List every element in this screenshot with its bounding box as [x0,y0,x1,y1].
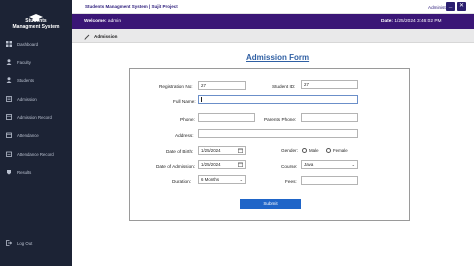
gender-label: Gender: [281,148,298,153]
chevron-down-icon: ⌄ [351,162,355,167]
datetime-text: Date: 1/25/2024 3:46:02 PM [381,19,442,24]
pencil-icon [84,34,90,40]
title-bar: Students Managment System | Sujit Projec… [72,0,474,14]
phone-field[interactable] [198,113,255,122]
parents-phone-field[interactable] [301,113,358,122]
sidebar-item-faculty[interactable]: Faculty [0,56,72,68]
sidebar-item-results[interactable]: Results [0,166,72,178]
chevron-down-icon: ⌄ [239,177,243,182]
sidebar-item-attendance-record[interactable]: Attendance Record [0,148,72,160]
student-id-label: Student ID: [272,84,296,89]
registration-no-label: Registration No: [159,84,193,89]
sidebar-item-logout[interactable]: Log Out [0,237,72,249]
sidebar-item-label: Faculty [17,59,31,65]
welcome-text: Welcome: admin [84,19,121,24]
course-select[interactable]: Java ⌄ [301,160,358,169]
duration-value: 6 Months [201,177,220,182]
full-name-label: Full Name: [173,99,196,104]
gender-female-radio[interactable]: Female [326,148,348,153]
app-title: Students Managment System | Sujit Projec… [85,4,178,9]
dob-picker[interactable]: 1/25/2024 [198,146,246,155]
welcome-label: Welcome: [84,19,107,24]
close-button[interactable]: ✕ [457,2,466,11]
parents-phone-label: Parents Phone: [264,117,297,122]
admission-icon [6,96,12,102]
admission-record-icon [6,114,12,120]
duration-label: Duration: [172,179,192,184]
sidebar-item-label: Students [17,77,34,83]
dashboard-icon [6,41,12,47]
dob-label: Date of Birth: [166,149,194,154]
graduation-cap-icon [29,9,43,21]
calendar-icon[interactable] [238,148,243,153]
radio-circle [326,148,331,153]
gender-female-label: Female [333,148,348,153]
full-name-field[interactable] [198,95,358,104]
sidebar-item-students[interactable]: Students [0,74,72,86]
logout-icon [6,240,12,246]
sidebar-item-label: Log Out [17,240,33,246]
sidebar-item-admission[interactable]: Admission [0,93,72,105]
attendance-icon [6,132,12,138]
doa-value: 1/25/2024 [201,162,221,167]
address-field[interactable] [198,129,358,138]
calendar-icon[interactable] [238,162,243,167]
sidebar-item-admission-record[interactable]: Admission Record [0,111,72,123]
address-label: Address: [175,133,194,138]
fees-label: Fees: [285,179,297,184]
gender-male-radio[interactable]: Male [302,148,319,153]
doa-picker[interactable]: 1/25/2024 [198,160,246,169]
students-icon [6,77,12,83]
gender-male-label: Male [309,148,319,153]
course-label: Course: [281,164,298,169]
breadcrumb-label: Admission [94,34,118,39]
app-window: Students Managment System Dashboard Facu… [0,0,474,266]
attendance-record-icon [6,151,12,157]
sidebar-item-label: Results [17,169,32,175]
registration-no-field[interactable]: 27 [198,81,246,90]
phone-label: Phone: [180,117,195,122]
sidebar-brand: Students Managment System [0,0,72,36]
welcome-user: admin [107,19,121,24]
sidebar-item-label: Admission Record [17,114,52,120]
results-icon [6,169,12,175]
radio-circle [302,148,307,153]
doa-label: Date of Admission: [156,164,196,169]
course-value: Java [304,162,314,167]
sidebar-item-attendance[interactable]: Attendance [0,129,72,141]
submit-button[interactable]: Submit [240,199,301,209]
page-title: Admission Form [246,53,310,62]
sidebar: Students Managment System Dashboard Facu… [0,0,72,266]
minimize-button[interactable]: _ [446,2,455,11]
date-label: Date: [381,19,393,24]
sidebar-item-label: Dashboard [17,41,39,47]
duration-select[interactable]: 6 Months ⌄ [198,175,246,184]
dob-value: 1/25/2024 [201,148,221,153]
fees-field[interactable] [301,176,358,185]
sidebar-item-label: Attendance Record [17,151,54,157]
breadcrumb-item: Admission [84,32,117,41]
breadcrumb: Admission [72,29,474,43]
faculty-icon [6,59,12,65]
sidebar-item-dashboard[interactable]: Dashboard [0,38,72,50]
student-id-field[interactable]: 27 [301,80,358,89]
datetime-value: 1/25/2024 3:46:02 PM [394,19,442,24]
welcome-bar: Welcome: admin Date: 1/25/2024 3:46:02 P… [72,14,474,29]
sidebar-item-label: Attendance [17,132,39,138]
sidebar-item-label: Admission [17,96,37,102]
